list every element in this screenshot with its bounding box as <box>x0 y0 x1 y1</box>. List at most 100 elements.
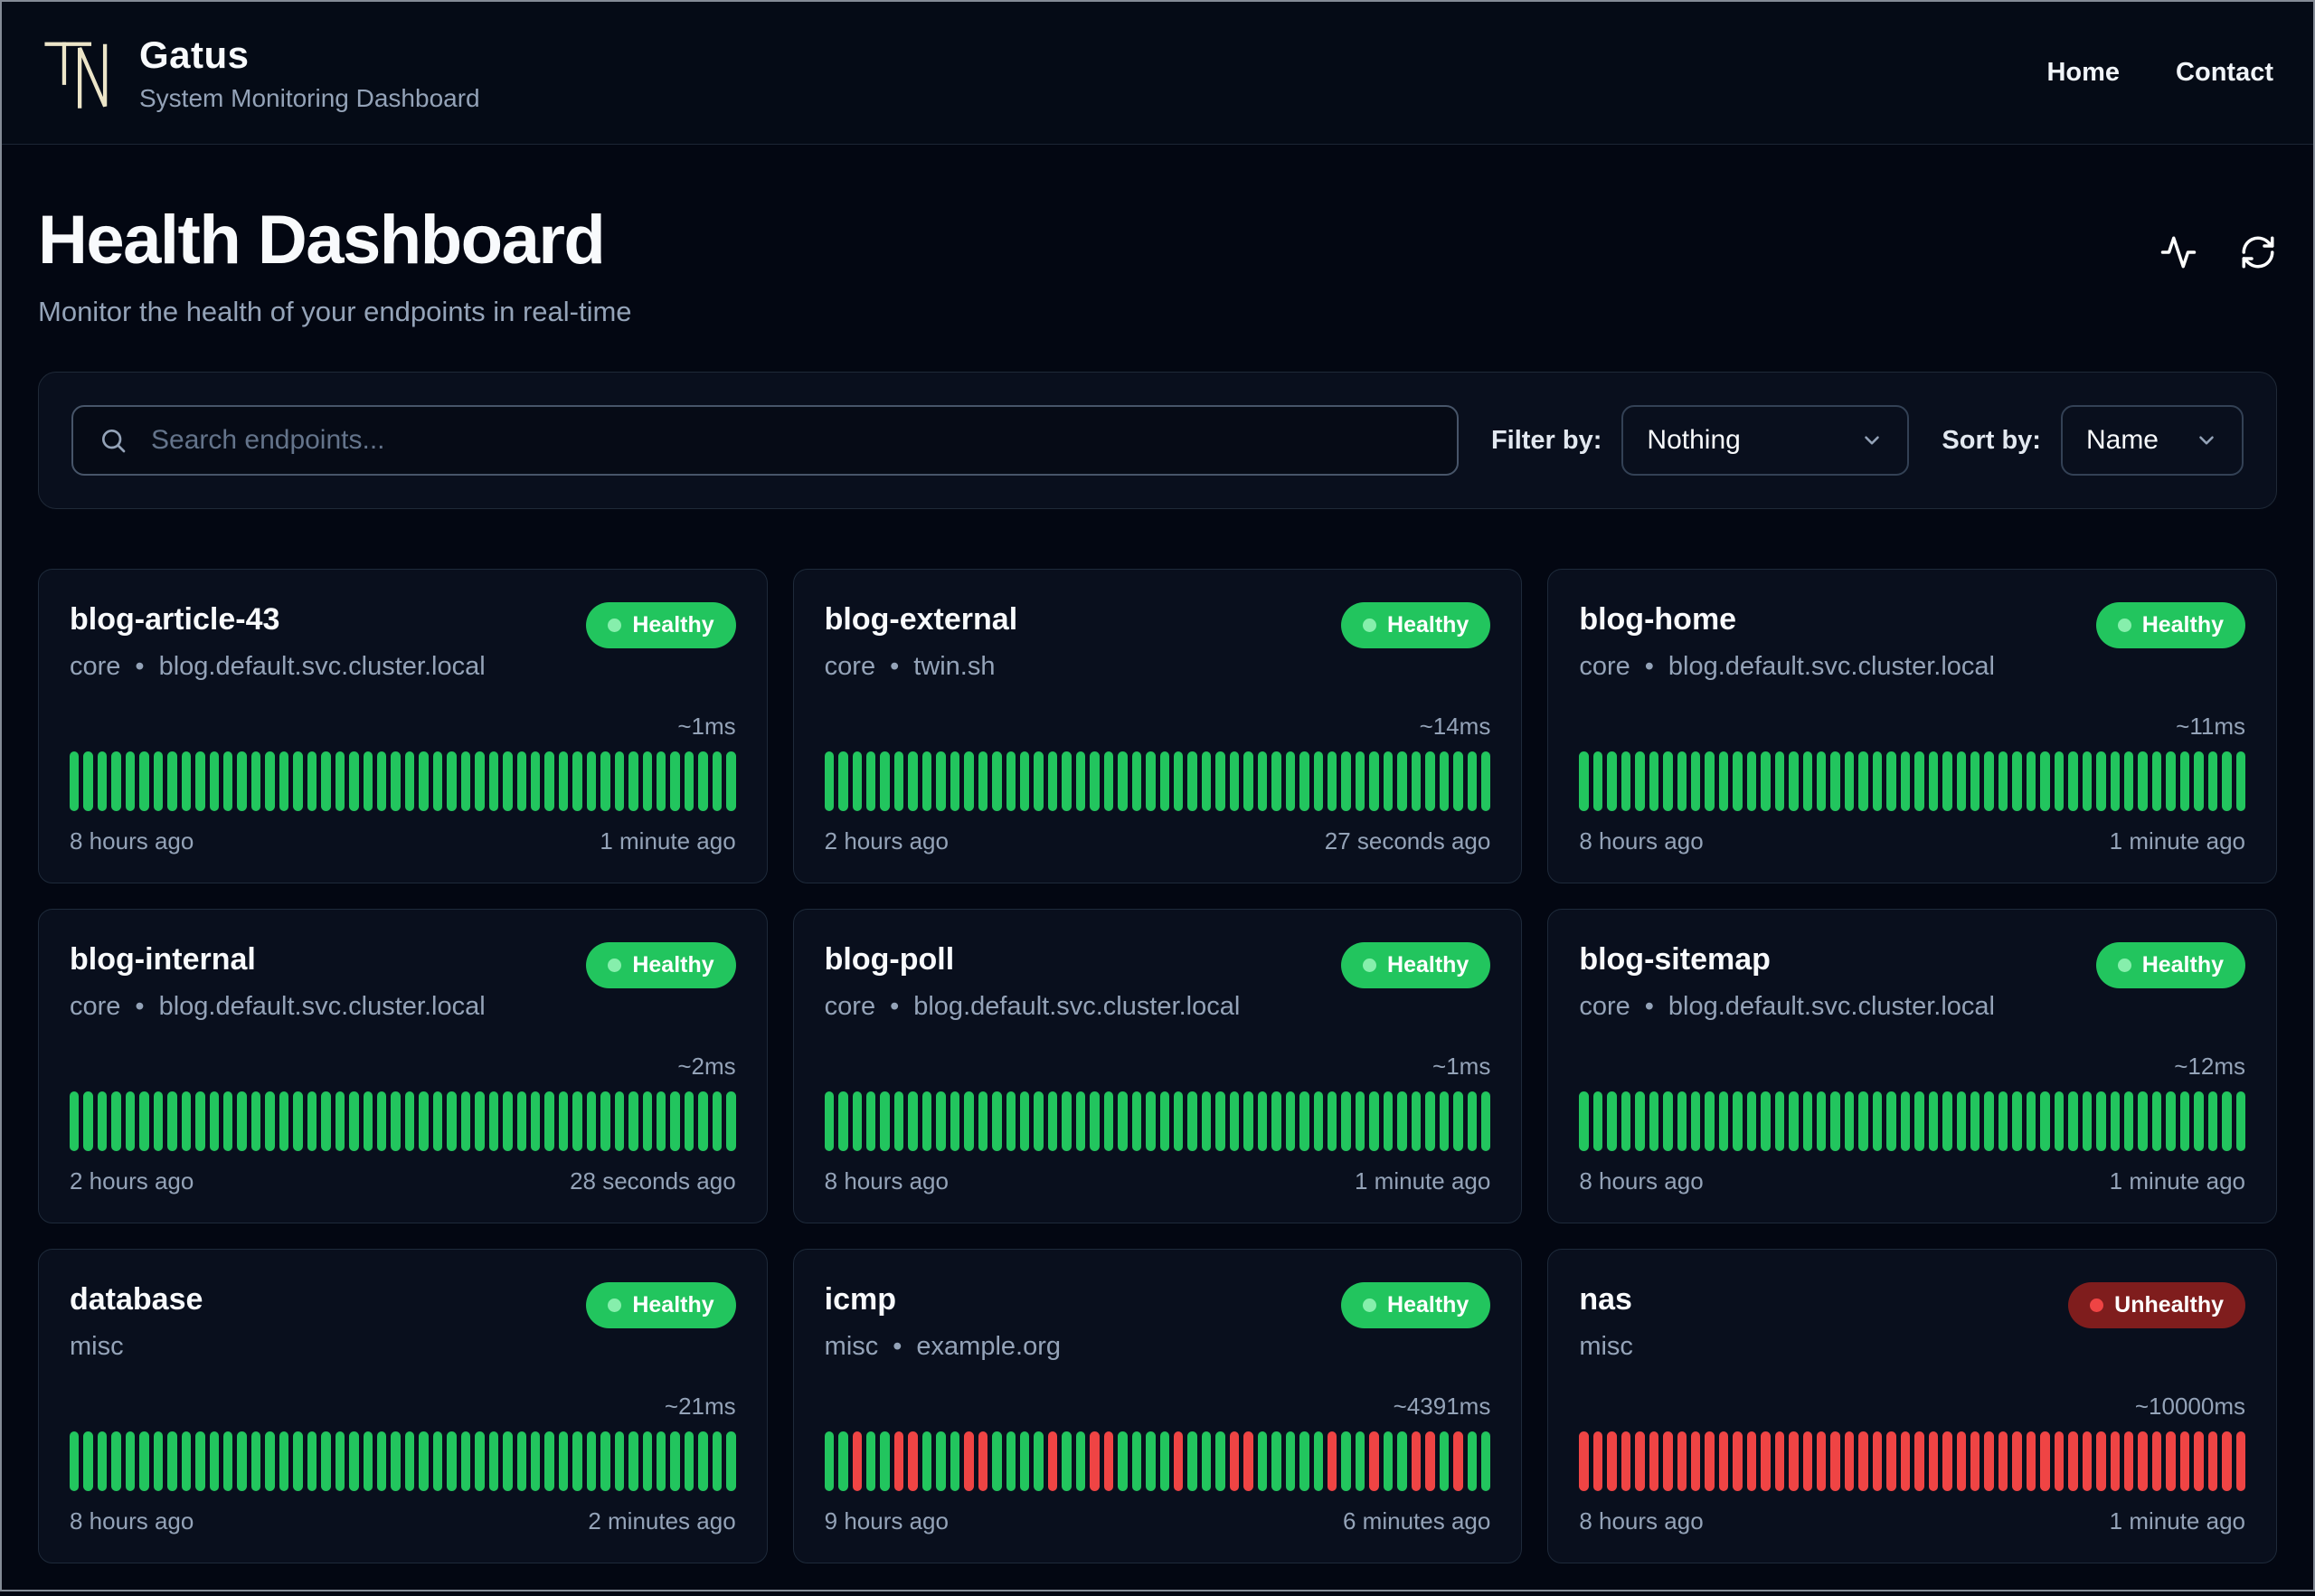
health-bar[interactable] <box>2151 1431 2162 1491</box>
health-bar[interactable] <box>111 751 121 811</box>
health-bar[interactable] <box>2082 1431 2093 1491</box>
health-bar[interactable] <box>1397 1091 1407 1151</box>
uptime-bars[interactable] <box>70 751 736 811</box>
health-bar[interactable] <box>1131 1431 1142 1491</box>
health-bar[interactable] <box>684 1431 694 1491</box>
health-bar[interactable] <box>181 751 192 811</box>
nav-home[interactable]: Home <box>2046 58 2120 88</box>
health-bar[interactable] <box>503 1431 513 1491</box>
health-bar[interactable] <box>1956 751 1967 811</box>
health-bar[interactable] <box>1397 751 1407 811</box>
health-bar[interactable] <box>544 751 554 811</box>
health-bar[interactable] <box>125 1431 136 1491</box>
health-bar[interactable] <box>1313 751 1323 811</box>
health-bar[interactable] <box>852 1091 863 1151</box>
health-bar[interactable] <box>1480 1431 1491 1491</box>
health-bar[interactable] <box>628 1091 638 1151</box>
health-bar[interactable] <box>1313 1091 1323 1151</box>
health-bar[interactable] <box>2096 1431 2106 1491</box>
health-bar[interactable] <box>614 751 625 811</box>
health-bar[interactable] <box>1705 1091 1715 1151</box>
health-bar[interactable] <box>1858 1091 1868 1151</box>
health-bar[interactable] <box>950 1431 960 1491</box>
health-bar[interactable] <box>139 751 149 811</box>
health-bar[interactable] <box>1620 1431 1631 1491</box>
health-bar[interactable] <box>432 1091 443 1151</box>
health-bar[interactable] <box>432 1431 443 1491</box>
health-bar[interactable] <box>2151 1091 2162 1151</box>
endpoint-card[interactable]: nas misc • Unhealthy ~10000ms 8 hours ag… <box>1547 1249 2277 1563</box>
health-bar[interactable] <box>1690 751 1701 811</box>
health-bar[interactable] <box>1313 1431 1323 1491</box>
health-bar[interactable] <box>2235 1431 2246 1491</box>
health-bar[interactable] <box>363 751 373 811</box>
health-bar[interactable] <box>265 1091 275 1151</box>
health-bar[interactable] <box>222 1091 233 1151</box>
health-bar[interactable] <box>1733 751 1743 811</box>
health-bar[interactable] <box>600 751 610 811</box>
health-bar[interactable] <box>1970 1431 1980 1491</box>
health-bar[interactable] <box>1956 1431 1967 1491</box>
health-bar[interactable] <box>1844 1091 1855 1151</box>
health-bar[interactable] <box>1900 1091 1911 1151</box>
health-bar[interactable] <box>1243 1091 1253 1151</box>
health-bar[interactable] <box>893 1431 904 1491</box>
health-bar[interactable] <box>2138 1091 2148 1151</box>
health-bar[interactable] <box>1928 751 1939 811</box>
health-bar[interactable] <box>670 1431 680 1491</box>
health-bar[interactable] <box>1984 1431 1994 1491</box>
health-bar[interactable] <box>1201 1431 1212 1491</box>
uptime-bars[interactable] <box>1579 1431 2246 1491</box>
health-bar[interactable] <box>2082 751 2093 811</box>
health-bar[interactable] <box>1090 751 1100 811</box>
health-bar[interactable] <box>1872 1091 1883 1151</box>
health-bar[interactable] <box>1034 751 1044 811</box>
health-bar[interactable] <box>2054 1091 2065 1151</box>
health-bar[interactable] <box>293 751 303 811</box>
health-bar[interactable] <box>1257 751 1268 811</box>
health-bar[interactable] <box>139 1431 149 1491</box>
health-bar[interactable] <box>1592 751 1603 811</box>
health-bar[interactable] <box>1998 751 2008 811</box>
nav-contact[interactable]: Contact <box>2176 58 2273 88</box>
health-bar[interactable] <box>600 1431 610 1491</box>
health-bar[interactable] <box>1271 1091 1281 1151</box>
health-bar[interactable] <box>125 751 136 811</box>
health-bar[interactable] <box>530 751 541 811</box>
health-bar[interactable] <box>222 751 233 811</box>
health-bar[interactable] <box>2235 1091 2246 1151</box>
refresh-icon[interactable] <box>2239 233 2277 271</box>
health-bar[interactable] <box>349 1431 359 1491</box>
health-bar[interactable] <box>419 1431 429 1491</box>
health-bar[interactable] <box>2166 751 2176 811</box>
health-bar[interactable] <box>475 1091 485 1151</box>
health-bar[interactable] <box>838 1431 848 1491</box>
health-bar[interactable] <box>321 751 331 811</box>
health-bar[interactable] <box>712 751 723 811</box>
health-bar[interactable] <box>1229 751 1240 811</box>
health-bar[interactable] <box>1802 1091 1813 1151</box>
health-bar[interactable] <box>125 1091 136 1151</box>
health-bar[interactable] <box>1984 751 1994 811</box>
health-bar[interactable] <box>628 1431 638 1491</box>
endpoint-card[interactable]: blog-external core • twin.sh Healthy ~14… <box>792 569 1523 883</box>
health-bar[interactable] <box>1187 751 1197 811</box>
health-bar[interactable] <box>1159 751 1169 811</box>
health-bar[interactable] <box>222 1431 233 1491</box>
health-bar[interactable] <box>1131 751 1142 811</box>
health-bar[interactable] <box>1201 1091 1212 1151</box>
health-bar[interactable] <box>181 1091 192 1151</box>
health-bar[interactable] <box>1620 751 1631 811</box>
health-bar[interactable] <box>1090 1091 1100 1151</box>
health-bar[interactable] <box>1690 1091 1701 1151</box>
health-bar[interactable] <box>1411 1431 1422 1491</box>
health-bar[interactable] <box>1047 751 1058 811</box>
health-bar[interactable] <box>824 1431 835 1491</box>
health-bar[interactable] <box>1677 1431 1687 1491</box>
health-bar[interactable] <box>1439 1431 1450 1491</box>
health-bar[interactable] <box>1075 751 1086 811</box>
health-bar[interactable] <box>139 1091 149 1151</box>
health-bar[interactable] <box>1439 1091 1450 1151</box>
endpoint-card[interactable]: blog-home core • blog.default.svc.cluste… <box>1547 569 2277 883</box>
health-bar[interactable] <box>1201 751 1212 811</box>
